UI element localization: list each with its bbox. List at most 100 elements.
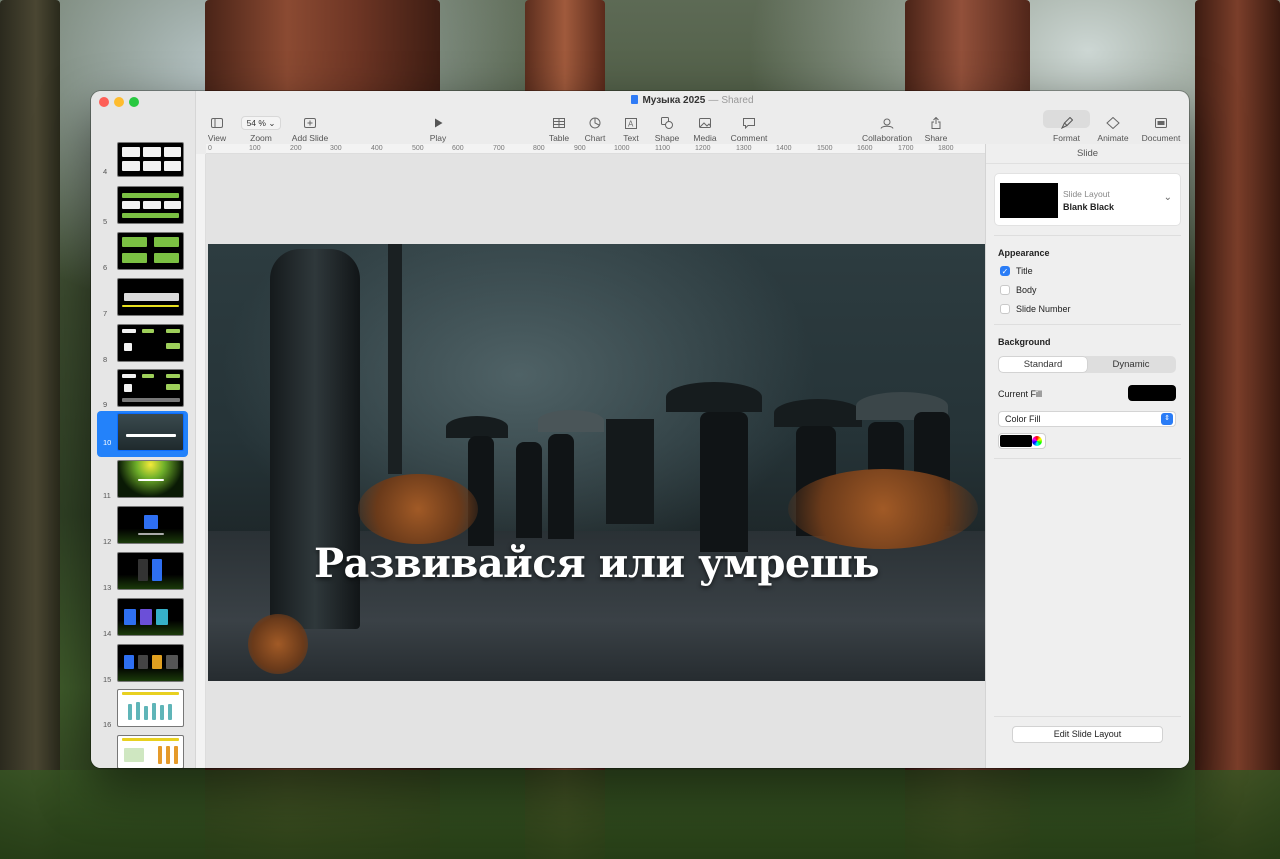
fill-type-select[interactable]: Color Fill ⇕ [998, 411, 1176, 427]
slide-thumbnail[interactable]: 11 [91, 460, 196, 504]
tombstone [606, 419, 654, 524]
slide-layout-picker[interactable]: Slide Layout Blank Black ⌄ [994, 173, 1181, 226]
slide-thumbnail-selected[interactable]: 10 [91, 412, 196, 456]
slide-thumbnail[interactable]: 8 [91, 324, 196, 368]
minimize-window-button[interactable] [114, 97, 124, 107]
paintbrush-icon [1043, 113, 1090, 133]
umbrella [446, 416, 508, 438]
slide-thumbnail[interactable]: 5 [91, 186, 196, 230]
background-heading: Background [998, 337, 1051, 347]
mourner-figure [468, 436, 494, 546]
collaboration-icon [857, 113, 917, 133]
collaboration-button[interactable]: Collaboration [857, 113, 917, 143]
play-icon [423, 113, 453, 133]
flower-bush [248, 614, 308, 674]
share-icon [921, 113, 951, 133]
fullscreen-window-button[interactable] [129, 97, 139, 107]
standard-segment[interactable]: Standard [999, 357, 1087, 372]
document-button[interactable]: Document [1137, 113, 1185, 143]
mourner-figure [516, 442, 542, 538]
share-button[interactable]: Share [921, 113, 951, 143]
chevron-down-icon: ⌄ [1163, 192, 1172, 203]
animate-button[interactable]: Animate [1093, 113, 1133, 143]
diamond-icon [1093, 113, 1133, 133]
table-icon [543, 113, 575, 133]
slide-thumbnail[interactable]: 15 [91, 644, 196, 688]
dynamic-segment[interactable]: Dynamic [1087, 357, 1175, 372]
slide-thumbnail[interactable]: 12 [91, 506, 196, 550]
chart-button[interactable]: Chart [579, 113, 611, 143]
horizontal-ruler: 0 100 200 300 400 500 600 700 800 900 10… [206, 144, 986, 154]
document-panel-icon [1137, 113, 1185, 133]
add-slide-button[interactable]: Add Slide [287, 113, 333, 143]
color-wheel-icon[interactable] [1032, 436, 1042, 446]
divider [994, 458, 1181, 459]
divider [994, 716, 1181, 717]
umbrella [666, 382, 762, 412]
flower-bush [358, 474, 478, 544]
flower-bush [788, 469, 978, 549]
inspector-header: Slide [986, 144, 1189, 164]
close-window-button[interactable] [99, 97, 109, 107]
text-box-icon: A [615, 113, 647, 133]
background-mode-segmented[interactable]: Standard Dynamic [998, 356, 1176, 373]
updown-arrow-icon: ⇕ [1161, 413, 1173, 425]
photo-icon [688, 113, 722, 133]
umbrella [774, 399, 862, 427]
current-slide[interactable]: Развивайся или умрешь [208, 244, 985, 681]
slide-thumbnail[interactable]: 13 [91, 552, 196, 596]
document-title[interactable]: Музыка 2025 [642, 95, 705, 106]
sidebar-icon [201, 113, 233, 133]
slide-thumbnail[interactable] [91, 735, 196, 768]
divider [994, 235, 1181, 236]
text-button[interactable]: A Text [615, 113, 647, 143]
edit-slide-layout-button[interactable]: Edit Slide Layout [1012, 726, 1163, 743]
add-slide-icon [287, 113, 333, 133]
shape-icon [649, 113, 685, 133]
slide-thumbnail[interactable]: 9 [91, 369, 196, 413]
layout-preview [1000, 183, 1058, 218]
media-button[interactable]: Media [688, 113, 722, 143]
comment-icon [727, 113, 771, 133]
vertical-ruler [196, 154, 206, 768]
tree-trunk [0, 0, 60, 859]
slide-number-checkbox[interactable]: Slide Number [1000, 304, 1071, 314]
shared-status: Shared [721, 95, 754, 106]
slide-thumbnail[interactable]: 4 [91, 142, 196, 178]
play-button[interactable]: Play [423, 113, 453, 143]
table-button[interactable]: Table [543, 113, 575, 143]
color-well[interactable] [998, 433, 1046, 449]
checkmark-icon[interactable]: ✓ [1000, 266, 1010, 276]
lamp-post [388, 244, 402, 474]
keynote-window: Музыка 2025— Shared View 54 % ⌄ Zoom Add … [91, 91, 1189, 768]
mourner-figure [700, 412, 748, 552]
view-button[interactable]: View [201, 113, 233, 143]
title-bar: Музыка 2025— Shared [196, 91, 1189, 111]
slide-thumbnail[interactable]: 16 [91, 689, 196, 733]
zoom-dropdown[interactable]: 54 % ⌄ [240, 116, 282, 130]
tree-trunk [1195, 0, 1280, 859]
format-inspector: Slide Slide Layout Blank Black ⌄ Appeara… [985, 144, 1189, 768]
slide-thumbnail[interactable]: 6 [91, 232, 196, 276]
svg-text:A: A [628, 119, 634, 128]
current-fill-label: Current Fill [998, 389, 1043, 399]
forest-foliage [0, 770, 1280, 859]
title-checkbox[interactable]: ✓ Title [1000, 266, 1033, 276]
divider [994, 324, 1181, 325]
current-fill-swatch[interactable] [1128, 385, 1176, 401]
body-checkbox[interactable]: Body [1000, 285, 1037, 295]
slide-title[interactable]: Развивайся или умрешь [208, 540, 985, 587]
shape-button[interactable]: Shape [649, 113, 685, 143]
slide-thumbnail[interactable]: 14 [91, 598, 196, 642]
zoom-control[interactable]: 54 % ⌄ Zoom [237, 113, 285, 143]
chart-icon [579, 113, 611, 133]
chevron-down-icon: ⌄ [268, 117, 276, 128]
document-icon [631, 95, 639, 104]
format-button[interactable]: Format [1043, 113, 1090, 143]
color-swatch[interactable] [1000, 435, 1032, 447]
slide-thumbnail[interactable]: 7 [91, 278, 196, 322]
comment-button[interactable]: Comment [727, 113, 771, 143]
mourner-figure [548, 434, 574, 539]
umbrella [538, 410, 604, 432]
appearance-heading: Appearance [998, 248, 1050, 258]
